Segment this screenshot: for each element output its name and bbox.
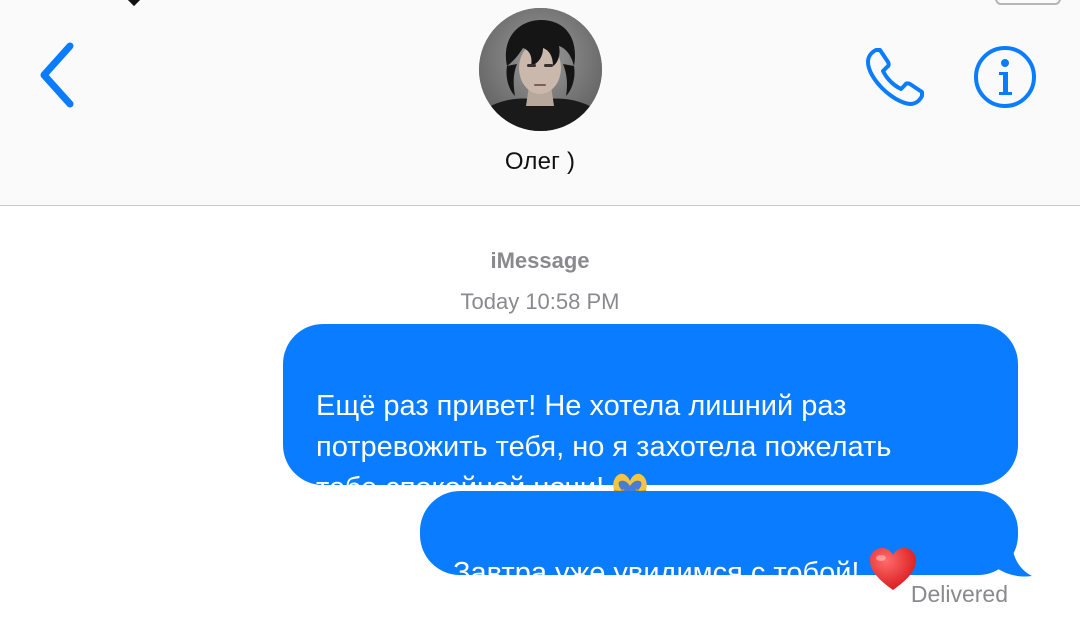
- status-bar-battery-icon: [995, 0, 1061, 5]
- conversation-header: Олег ): [0, 0, 1080, 206]
- message-timestamp: Today 10:58 PM: [460, 289, 620, 314]
- contact-avatar[interactable]: [479, 8, 602, 131]
- call-button[interactable]: [862, 44, 930, 110]
- service-label: iMessage: [490, 248, 590, 273]
- message-text: Завтра уже увидимся с тобой!: [453, 557, 860, 589]
- message-text: Ещё раз привет! Не хотела лишний раз пот…: [316, 390, 892, 504]
- delivery-status: Delivered: [910, 581, 1008, 607]
- contact-name[interactable]: Олег ): [390, 148, 690, 176]
- info-button[interactable]: [972, 44, 1038, 110]
- imessage-conversation-screen: Олег ) iMessage Today 10:58 PM Ещё раз п…: [0, 0, 1080, 620]
- bubble-tail: [990, 540, 1032, 577]
- info-icon: [974, 46, 1036, 108]
- back-button[interactable]: [30, 40, 90, 110]
- avatar-photo: [479, 8, 602, 131]
- phone-icon: [866, 48, 924, 106]
- chevron-left-icon: [40, 42, 74, 108]
- outgoing-message-bubble[interactable]: Ещё раз привет! Не хотела лишний раз пот…: [283, 324, 1018, 504]
- outgoing-message-bubble[interactable]: Завтра уже увидимся с тобой!: [420, 491, 1018, 591]
